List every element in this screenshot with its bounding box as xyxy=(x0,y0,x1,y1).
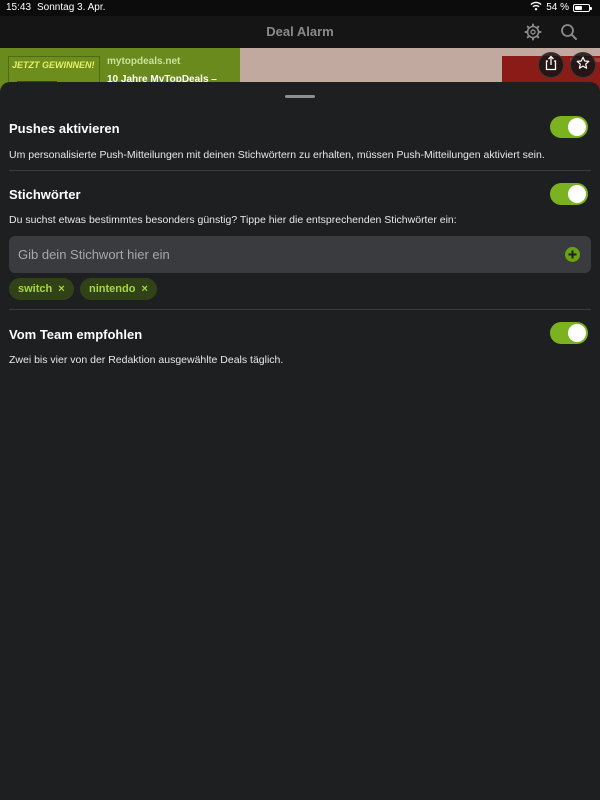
search-icon[interactable] xyxy=(559,22,579,42)
status-indicators: 54 % xyxy=(530,1,592,14)
chip-label: nintendo xyxy=(89,283,136,295)
pushes-title: Pushes aktivieren xyxy=(9,121,120,136)
keyword-input-container xyxy=(9,236,591,273)
favorite-button[interactable] xyxy=(570,52,596,78)
banner-site: mytopdeals.net xyxy=(107,56,181,67)
plus-icon xyxy=(568,250,577,259)
page-title: Deal Alarm xyxy=(266,24,334,39)
promo-text: JETZT GEWINNEN! xyxy=(12,60,95,70)
toggle-knob xyxy=(568,118,586,136)
battery-percentage: 54 % xyxy=(546,2,569,13)
star-icon xyxy=(576,56,590,75)
status-bar: 15:43 Sonntag 3. Apr. 54 % xyxy=(0,0,600,16)
battery-level xyxy=(575,5,583,10)
navigation-bar: Deal Alarm xyxy=(0,16,600,48)
team-toggle[interactable] xyxy=(550,322,588,344)
add-keyword-button[interactable] xyxy=(565,247,580,262)
share-icon xyxy=(544,55,558,76)
pushes-toggle[interactable] xyxy=(550,116,588,138)
remove-keyword-icon[interactable]: × xyxy=(58,283,64,295)
divider xyxy=(9,309,591,310)
keywords-description: Du suchst etwas bestimmtes besonders gün… xyxy=(9,214,457,226)
pushes-description: Um personalisierte Push-Mitteilungen mit… xyxy=(9,149,545,161)
status-time: 15:43 xyxy=(6,2,32,13)
gear-icon[interactable] xyxy=(523,22,543,42)
remove-keyword-icon[interactable]: × xyxy=(141,283,147,295)
keyword-chip-switch[interactable]: switch × xyxy=(9,278,74,300)
chip-label: switch xyxy=(18,283,53,295)
share-button[interactable] xyxy=(538,52,564,78)
keyword-input[interactable] xyxy=(9,236,558,273)
keywords-title: Stichwörter xyxy=(9,187,81,202)
keyword-chip-nintendo[interactable]: nintendo × xyxy=(80,278,157,300)
keywords-toggle[interactable] xyxy=(550,183,588,205)
status-date: Sonntag 3. Apr. xyxy=(37,2,106,13)
divider xyxy=(9,170,591,171)
battery-icon xyxy=(573,3,592,12)
wifi-icon xyxy=(530,1,542,14)
deal-alarm-sheet: Pushes aktivieren Um personalisierte Pus… xyxy=(0,82,600,800)
team-title: Vom Team empfohlen xyxy=(9,327,143,342)
team-description: Zwei bis vier von der Redaktion ausgewäh… xyxy=(9,354,284,366)
toggle-knob xyxy=(568,324,586,342)
toggle-knob xyxy=(568,185,586,203)
sheet-grabber[interactable] xyxy=(285,95,315,98)
